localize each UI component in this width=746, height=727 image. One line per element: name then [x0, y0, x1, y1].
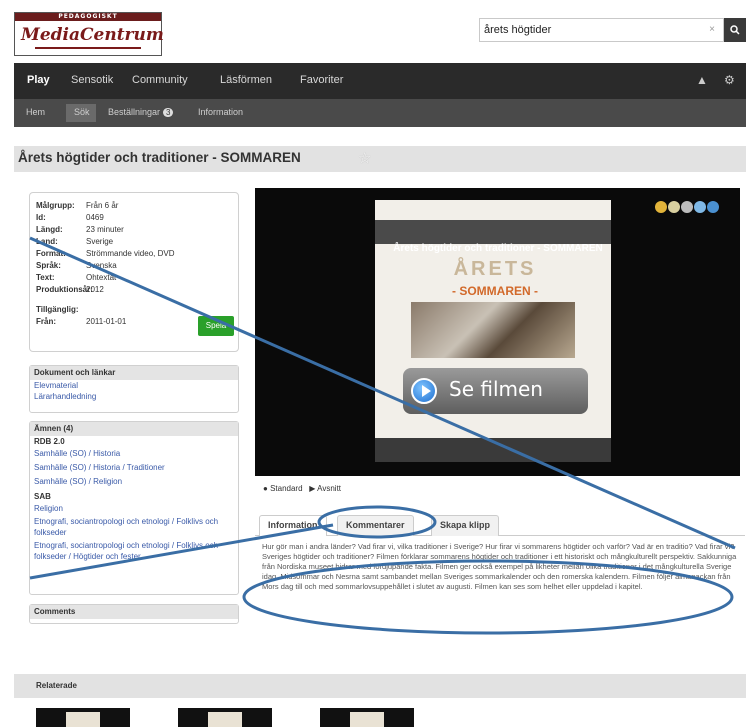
- info-key: Text:: [36, 273, 55, 282]
- tab-kommentarer[interactable]: Kommentarer: [337, 515, 414, 536]
- info-value: Sverige: [86, 237, 114, 246]
- document-link[interactable]: Lärarhandledning: [30, 391, 238, 402]
- sub-nav-sok[interactable]: Sök: [74, 107, 90, 117]
- content-tabs: Information Kommentarer Skapa klipp: [255, 512, 745, 536]
- documents-panel: Dokument och länkar Elevmaterial Lärarha…: [29, 365, 239, 413]
- poster-header: [375, 220, 611, 244]
- info-value: 23 minuter: [86, 225, 124, 234]
- favorite-star-icon[interactable]: ☆: [358, 149, 371, 167]
- subject-link[interactable]: Religion: [30, 503, 238, 514]
- video-poster: ÅRETS - SOMMAREN -: [375, 200, 611, 462]
- video-controls: ● Standard ▶ Avsnitt: [263, 484, 341, 493]
- sub-nav-information[interactable]: Information: [198, 107, 243, 117]
- poster-image: [411, 302, 575, 358]
- media-info-box: Målgrupp: Från 6 år Id: 0469 Längd: 23 minu…: [29, 192, 239, 352]
- logo-text: MediaCentrum: [21, 25, 164, 45]
- tab-skapa-klipp[interactable]: Skapa klipp: [431, 515, 500, 536]
- subject-link[interactable]: Etnografi, sociantropologi och etnologi …: [30, 516, 238, 538]
- search-button[interactable]: [724, 18, 746, 42]
- bell-icon[interactable]: ▲: [696, 73, 708, 87]
- info-value: 2012: [86, 285, 104, 294]
- nav-item-play[interactable]: Play: [27, 74, 50, 86]
- subject-group-title: RDB 2.0: [34, 437, 65, 446]
- chapter-arrow-icon: ▶: [309, 484, 316, 493]
- page-title: Årets högtider och traditioner - SOMMARE…: [18, 150, 301, 165]
- record-icon[interactable]: ●: [263, 484, 268, 493]
- logo[interactable]: PEDAGOGISKT MediaCentrum: [14, 12, 164, 56]
- nav-item-lasformen[interactable]: Läsförmen: [220, 74, 272, 86]
- tab-information[interactable]: Information: [259, 515, 327, 536]
- nav-item-sensotik[interactable]: Sensotik: [71, 74, 113, 86]
- poster-footer: [375, 438, 611, 462]
- info-key: Tillgänglig:: [36, 305, 79, 314]
- play-button[interactable]: Spela: [198, 316, 234, 336]
- sub-nav-hem[interactable]: Hem: [26, 107, 45, 117]
- info-value: Svenska: [86, 261, 117, 270]
- info-key: Målgrupp:: [36, 201, 75, 210]
- search-icon: [730, 25, 740, 35]
- related-thumbnail[interactable]: [320, 708, 414, 727]
- comments-heading: Comments: [30, 605, 238, 619]
- related-thumbnail[interactable]: [178, 708, 272, 727]
- dot: [681, 201, 693, 213]
- count-badge: 3: [163, 108, 174, 117]
- info-value: Ohtextat: [86, 273, 117, 282]
- watch-film-label: Se filmen: [449, 377, 543, 401]
- dot: [668, 201, 680, 213]
- nav-item-community[interactable]: Community: [132, 74, 188, 86]
- documents-heading: Dokument och länkar: [30, 366, 238, 380]
- info-value: Strömmande video, DVD: [86, 249, 175, 258]
- info-key: Språk:: [36, 261, 61, 270]
- avsnitt-option[interactable]: Avsnitt: [317, 484, 341, 493]
- info-key: Produktionsår:: [36, 285, 93, 294]
- standard-option[interactable]: Standard: [270, 484, 302, 493]
- subject-link[interactable]: Samhälle (SO) / Historia: [30, 448, 238, 459]
- comments-panel: Comments: [29, 604, 239, 624]
- subjects-heading: Ämnen (4): [30, 422, 238, 436]
- subject-group-title: SAB: [34, 492, 51, 501]
- info-key: Land:: [36, 237, 58, 246]
- info-value: Från 6 år: [86, 201, 119, 210]
- subject-link[interactable]: Etnografi, sociantropologi och etnologi …: [30, 540, 238, 562]
- gear-icon[interactable]: ⚙: [724, 73, 735, 87]
- logo-top-text: PEDAGOGISKT: [15, 13, 161, 21]
- info-key: Från:: [36, 317, 56, 326]
- info-key: Id:: [36, 213, 46, 222]
- info-key: Längd:: [36, 225, 63, 234]
- related-bar: Relaterade: [14, 674, 746, 698]
- related-thumbnail[interactable]: [36, 708, 130, 727]
- search-box[interactable]: ×: [479, 18, 724, 42]
- title-bar: Årets högtider och traditioner - SOMMARE…: [14, 146, 746, 172]
- poster-title: ÅRETS: [453, 258, 537, 280]
- watch-film-button[interactable]: Se filmen: [403, 368, 588, 414]
- sub-nav-bestallningar-label: Beställningar: [108, 107, 161, 117]
- clear-icon[interactable]: ×: [709, 24, 715, 35]
- nav-item-favoriter[interactable]: Favoriter: [300, 74, 343, 86]
- document-link[interactable]: Elevmaterial: [30, 380, 238, 391]
- sub-nav: Hem Sök Beställningar 3 Information: [14, 99, 746, 127]
- dot: [707, 201, 719, 213]
- description-text: Hur gör man i andra länder? Vad firar vi…: [262, 542, 737, 591]
- main-nav: Play Sensotik Community Läsförmen Favori…: [14, 63, 746, 99]
- related-heading: Relaterade: [36, 681, 77, 690]
- info-value: 2011-01-01: [86, 317, 127, 326]
- info-value: 0469: [86, 213, 104, 222]
- video-title: Årets högtider och traditioner - SOMMARE…: [393, 243, 603, 254]
- search-input[interactable]: [480, 19, 700, 41]
- dot: [694, 201, 706, 213]
- subject-link[interactable]: Samhälle (SO) / Religion: [30, 476, 238, 487]
- play-icon: [411, 378, 437, 404]
- subjects-panel: Ämnen (4) RDB 2.0 Samhälle (SO) / Histor…: [29, 421, 239, 595]
- sub-nav-bestallningar[interactable]: Beställningar 3: [108, 107, 174, 117]
- dot: [655, 201, 667, 213]
- subject-link[interactable]: Samhälle (SO) / Historia / Traditioner: [30, 462, 238, 473]
- info-key: Format:: [36, 249, 66, 258]
- poster-subtitle: - SOMMAREN -: [452, 284, 538, 298]
- logo-underline: [35, 47, 141, 49]
- brand-dots: [655, 200, 720, 218]
